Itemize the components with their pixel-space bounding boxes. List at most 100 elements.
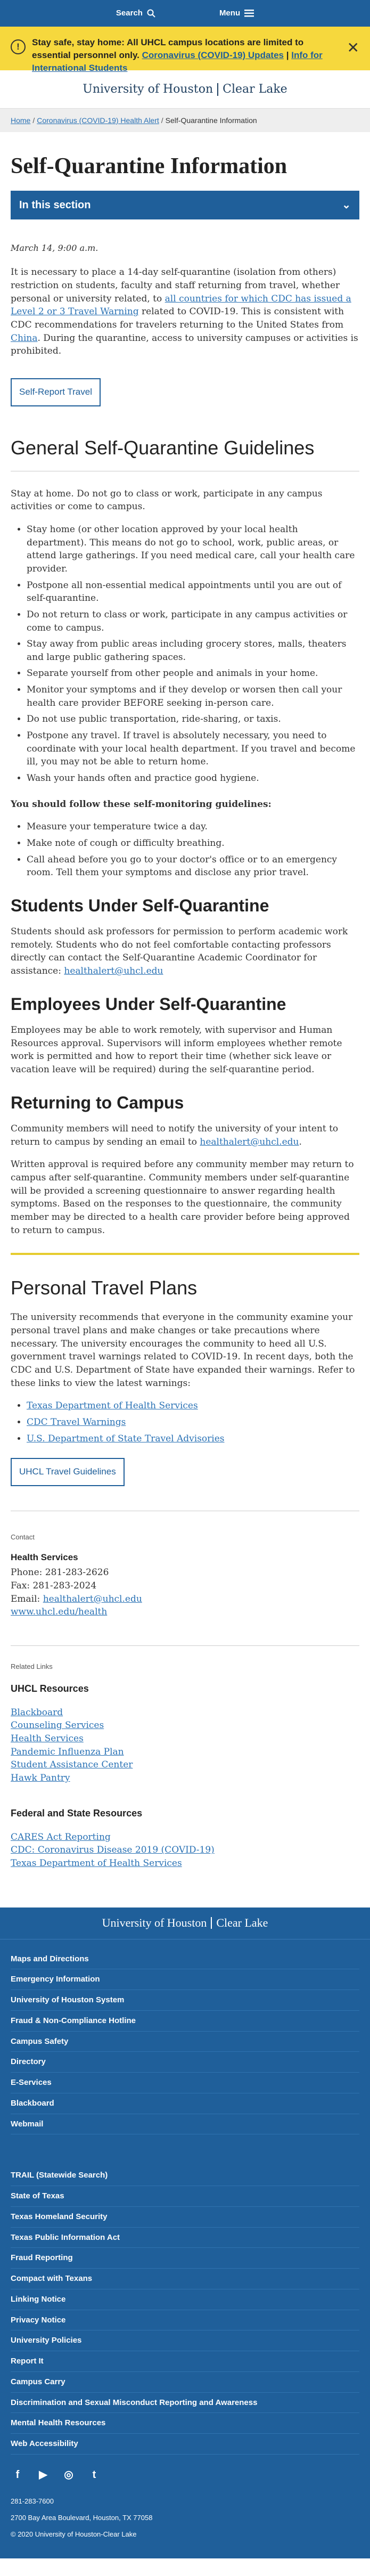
- in-this-section-dropdown[interactable]: In this section ⌄: [11, 191, 359, 220]
- search-icon: [147, 9, 155, 18]
- search-toggle[interactable]: Search: [116, 7, 155, 19]
- students-heading: Students Under Self-Quarantine: [11, 895, 269, 915]
- facebook-icon[interactable]: f: [11, 2468, 24, 2482]
- list-item: Texas Department of Health Services: [27, 1399, 359, 1413]
- page-title: Self-Quarantine Information: [11, 154, 287, 178]
- divider: [11, 1645, 359, 1646]
- returning-email-link[interactable]: healthalert@uhcl.edu: [200, 1137, 299, 1147]
- footer-links-primary: Maps and Directions Emergency Informatio…: [0, 1939, 370, 2135]
- footer-link[interactable]: TRAIL (Statewide Search): [11, 2165, 359, 2187]
- state-dept-link[interactable]: U.S. Department of State Travel Advisori…: [27, 1433, 225, 1444]
- travel-paragraph: The university recommends that everyone …: [11, 1312, 355, 1389]
- alert-icon: !: [11, 39, 26, 54]
- list-item: Stay away from public areas including gr…: [27, 638, 359, 664]
- list-item: U.S. Department of State Travel Advisori…: [27, 1432, 359, 1446]
- breadcrumb-home[interactable]: Home: [11, 116, 30, 125]
- email-label: Email:: [11, 1593, 40, 1604]
- related-link[interactable]: CARES Act Reporting: [11, 1831, 359, 1844]
- footer-link[interactable]: E-Services: [11, 2073, 359, 2093]
- related-link[interactable]: Counseling Services: [11, 1719, 359, 1732]
- footer-link[interactable]: Emergency Information: [11, 1969, 359, 1991]
- alert-separator: |: [286, 50, 289, 60]
- footer-link[interactable]: Texas Homeland Security: [11, 2207, 359, 2228]
- site-logo[interactable]: University of Houston Clear Lake: [0, 70, 370, 109]
- contact-email-link[interactable]: healthalert@uhcl.edu: [43, 1594, 142, 1604]
- list-item: Monitor your symptoms and if they develo…: [27, 683, 359, 710]
- related-link[interactable]: Health Services: [11, 1732, 359, 1746]
- footer-copyright: © 2020 University of Houston-Clear Lake: [11, 2530, 137, 2539]
- related-link[interactable]: Student Assistance Center: [11, 1758, 359, 1772]
- students-text: Students should ask professors for permi…: [11, 926, 348, 977]
- related-link[interactable]: Texas Department of Health Services: [11, 1857, 359, 1870]
- in-section-label: In this section: [19, 199, 91, 211]
- china-link[interactable]: China: [11, 333, 37, 344]
- footer-link[interactable]: University of Houston System: [11, 1990, 359, 2011]
- footer-link[interactable]: Fraud Reporting: [11, 2248, 359, 2269]
- employees-heading: Employees Under Self-Quarantine: [11, 994, 286, 1014]
- footer-link[interactable]: Texas Public Information Act: [11, 2228, 359, 2248]
- related-link[interactable]: Pandemic Influenza Plan: [11, 1746, 359, 1759]
- footer-link[interactable]: Mental Health Resources: [11, 2413, 359, 2434]
- list-item: Separate yourself from other people and …: [27, 667, 359, 680]
- footer-link[interactable]: Webmail: [11, 2114, 359, 2135]
- footer-logo[interactable]: University of Houston Clear Lake: [0, 1907, 370, 1939]
- students-email-link[interactable]: healthalert@uhcl.edu: [64, 966, 163, 976]
- contact-fax: Fax: 281-283-2024: [11, 1580, 97, 1591]
- footer-link[interactable]: Campus Carry: [11, 2372, 359, 2393]
- footer-phone: 281-283-7600: [11, 2497, 54, 2505]
- federal-state-heading: Federal and State Resources: [11, 1807, 143, 1819]
- footer-link[interactable]: Privacy Notice: [11, 2310, 359, 2331]
- logo-left-text: University of Houston: [83, 82, 213, 96]
- footer-links-secondary: TRAIL (Statewide Search) State of Texas …: [0, 2156, 370, 2455]
- breadcrumb-separator: /: [161, 116, 163, 125]
- footer-link[interactable]: Web Accessibility: [11, 2434, 359, 2455]
- close-icon[interactable]: ✕: [347, 37, 359, 59]
- contact-name: Health Services: [11, 1552, 78, 1562]
- general-intro: Stay at home. Do not go to class or work…: [11, 488, 323, 512]
- list-item: Wash your hands often and practice good …: [27, 772, 359, 785]
- logo-right-text: Clear Lake: [223, 82, 287, 96]
- youtube-icon[interactable]: ▶: [36, 2468, 50, 2482]
- general-guidelines-heading: General Self-Quarantine Guidelines: [11, 436, 315, 459]
- related-link[interactable]: CDC: Coronavirus Disease 2019 (COVID-19): [11, 1844, 359, 1857]
- footer-link[interactable]: Blackboard: [11, 2093, 359, 2114]
- monitoring-intro: You should follow these self-monitoring …: [11, 798, 272, 810]
- contact-web-link[interactable]: www.uhcl.edu/health: [11, 1607, 107, 1617]
- footer-link[interactable]: Campus Safety: [11, 2032, 359, 2052]
- contact-email: Email: healthalert@uhcl.edu: [11, 1593, 359, 1606]
- footer-info: 281-283-7600 2700 Bay Area Boulevard, Ho…: [0, 2489, 370, 2543]
- monitoring-list: Measure your temperature twice a day. Ma…: [27, 820, 359, 879]
- top-bar: Search Menu: [0, 0, 370, 27]
- texas-dhs-link[interactable]: Texas Department of Health Services: [27, 1400, 198, 1411]
- uhcl-resources-list: Blackboard Counseling Services Health Se…: [11, 1706, 359, 1785]
- related-link[interactable]: Blackboard: [11, 1706, 359, 1719]
- self-report-travel-button[interactable]: Self-Report Travel: [11, 378, 101, 406]
- list-item: Measure your temperature twice a day.: [27, 820, 359, 834]
- menu-toggle[interactable]: Menu: [219, 7, 254, 19]
- footer-link[interactable]: Compact with Texans: [11, 2269, 359, 2289]
- footer-link[interactable]: Linking Notice: [11, 2289, 359, 2310]
- footer-link[interactable]: Maps and Directions: [11, 1949, 359, 1970]
- covid-updates-link[interactable]: Coronavirus (COVID-19) Updates: [142, 50, 284, 60]
- related-links-heading: Related Links: [11, 1662, 53, 1670]
- list-item: Make note of cough or difficulty breathi…: [27, 837, 359, 850]
- cdc-travel-link[interactable]: CDC Travel Warnings: [27, 1417, 126, 1428]
- footer-link[interactable]: Discrimination and Sexual Misconduct Rep…: [11, 2393, 359, 2414]
- twitter-icon[interactable]: t: [87, 2468, 101, 2482]
- covid-alert-banner: ! Stay safe, stay home: All UHCL campus …: [0, 27, 370, 73]
- list-item: Do not return to class or work, particip…: [27, 608, 359, 634]
- breadcrumb-health-alert[interactable]: Coronavirus (COVID-19) Health Alert: [37, 116, 159, 125]
- instagram-icon[interactable]: ◎: [62, 2468, 76, 2482]
- footer-link[interactable]: State of Texas: [11, 2186, 359, 2207]
- footer-gap: [0, 2134, 370, 2156]
- footer-link[interactable]: Directory: [11, 2052, 359, 2073]
- footer-link[interactable]: Fraud & Non-Compliance Hotline: [11, 2011, 359, 2032]
- footer-link[interactable]: University Policies: [11, 2330, 359, 2352]
- contact-heading: Contact: [11, 1532, 35, 1541]
- footer-link[interactable]: Report It: [11, 2351, 359, 2372]
- footer-address: 2700 Bay Area Boulevard, Houston, TX 770…: [11, 2514, 153, 2522]
- related-link[interactable]: Hawk Pantry: [11, 1772, 359, 1785]
- travel-guidelines-button[interactable]: UHCL Travel Guidelines: [11, 1458, 125, 1486]
- breadcrumb: Home / Coronavirus (COVID-19) Health Alert…: [0, 109, 370, 132]
- returning-paragraph-1: Community members will need to notify th…: [11, 1122, 359, 1148]
